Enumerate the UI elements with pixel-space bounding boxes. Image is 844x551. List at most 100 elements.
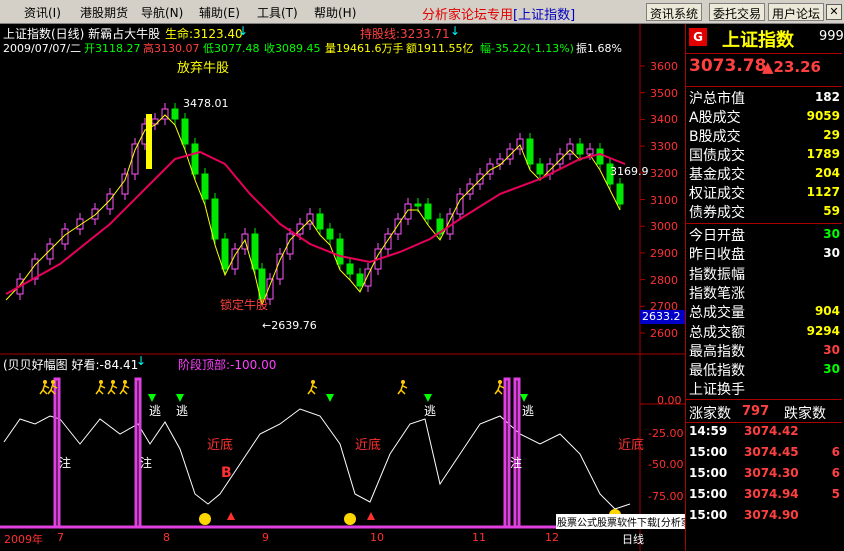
news-system-button[interactable]: 资讯系统 <box>646 3 703 21</box>
market-label: 沪总市值 <box>689 91 745 107</box>
candle-body <box>201 173 209 200</box>
menu-help[interactable]: 帮助(H) <box>314 4 356 21</box>
ma-long-line <box>5 150 626 295</box>
stat-value: 30 <box>823 342 840 357</box>
price-axis-label: 2600 <box>650 327 678 340</box>
lock-label: 锁定牛股 <box>220 298 269 312</box>
sell-arrow-icon <box>148 394 156 402</box>
sell-arrow-icon <box>520 394 528 402</box>
low-price-label: ←2639.76 <box>262 319 317 332</box>
candle-body <box>356 273 364 287</box>
tick-row: 15:00 3074.30 6 <box>686 466 842 487</box>
indicator-spike <box>53 377 61 527</box>
stat-value: 30 <box>823 362 840 377</box>
time-axis-label: 12 <box>545 531 559 544</box>
up-count-label: 涨家数 <box>689 406 731 422</box>
menu-assist[interactable]: 辅助(E) <box>199 4 240 21</box>
abandon-label: 放弃牛股 <box>177 61 230 76</box>
menu-hk-futures[interactable]: 港股期货 <box>80 4 128 21</box>
candle-body <box>526 138 534 165</box>
stat-value: 904 <box>814 304 840 319</box>
menu-tools[interactable]: 工具(T) <box>257 4 298 21</box>
trade-button[interactable]: 委托交易 <box>709 3 766 21</box>
stat-row: 指数笔涨 <box>686 283 842 302</box>
candle-body <box>414 203 422 207</box>
escape-label: 逃 <box>176 404 189 418</box>
candle-body <box>596 148 604 165</box>
note-label: 注 <box>140 456 153 470</box>
candle-body <box>326 228 334 240</box>
candle-body <box>316 213 324 230</box>
candle-body <box>251 233 259 270</box>
runner-icon <box>494 383 505 395</box>
forum-button[interactable]: 用户论坛 <box>768 3 825 21</box>
menu-info[interactable]: 资讯(I) <box>24 4 61 21</box>
price-axis-label: 2800 <box>650 273 678 287</box>
indicator-axis-label: 0.00 <box>657 394 682 407</box>
last-price-label: 3169.9 <box>610 165 649 178</box>
tick-row: 14:59 3074.42 <box>686 424 842 445</box>
stat-label: 总成交额 <box>689 324 745 341</box>
stat-value: 30 <box>823 227 840 241</box>
candle-body <box>191 143 199 175</box>
stat-value: 30 <box>823 246 840 261</box>
note-label: 注 <box>510 456 523 470</box>
runner-icon <box>123 380 127 384</box>
market-row: 债券成交 59 <box>686 202 842 221</box>
indicator-spike <box>503 377 511 527</box>
tick-price: 3074.45 <box>744 445 799 459</box>
runner-icon <box>311 380 315 384</box>
price-axis-label: 3400 <box>650 113 678 127</box>
market-value: 1789 <box>806 147 840 161</box>
price-axis-label: 3100 <box>650 193 678 207</box>
candle-body <box>121 173 129 195</box>
stat-label: 今日开盘 <box>689 228 745 244</box>
close-icon[interactable]: ✕ <box>826 4 842 20</box>
tick-time: 14:59 <box>689 424 728 438</box>
tick-time: 15:00 <box>689 445 728 459</box>
runner-icon <box>39 383 50 395</box>
indicator-spike <box>134 377 142 527</box>
tick-row: 15:00 3074.45 6 <box>686 445 842 466</box>
market-label: 权证成交 <box>689 186 745 202</box>
index-change: ▲23.26 <box>762 58 821 76</box>
tick-volume: 5 <box>831 487 840 501</box>
market-label: B股成交 <box>689 129 741 145</box>
price-axis-label: 3200 <box>650 166 678 180</box>
near-bottom-label: 近底 <box>207 438 234 453</box>
market-label: 基金成交 <box>689 167 745 183</box>
candle-body <box>91 208 99 220</box>
runner-icon <box>43 380 47 384</box>
market-row: 基金成交 204 <box>686 164 842 183</box>
time-axis-label: 日线 <box>622 533 644 546</box>
indicator-axis-label: -50.00 <box>648 458 684 471</box>
time-axis-label: 9 <box>262 531 269 544</box>
indicator-axis-label: -25.00 <box>648 427 684 440</box>
menu-navigate[interactable]: 导航(N) <box>141 4 183 21</box>
buy-label: B <box>221 465 232 481</box>
down-count-label: 跌家数 <box>784 406 826 422</box>
tick-row: 15:00 3074.94 5 <box>686 487 842 508</box>
stat-row: 总成交量 904 <box>686 302 842 321</box>
near-bottom-label: 近底 <box>618 438 645 453</box>
time-axis-label: 11 <box>472 531 486 544</box>
high-price-label: 3478.01 <box>183 97 229 110</box>
indicator-axis-label: -75.00 <box>648 490 684 503</box>
tick-volume: 6 <box>831 445 840 459</box>
market-label: A股成交 <box>689 110 741 126</box>
market-value: 9059 <box>806 109 840 123</box>
buy-arrow-icon <box>367 512 375 520</box>
runner-icon <box>119 383 130 395</box>
market-value: 182 <box>814 90 840 104</box>
near-bottom-label: 近底 <box>355 438 382 453</box>
escape-label: 逃 <box>149 404 162 418</box>
quote-panel: G 上证指数 999 3073.78 ▲23.26 沪总市值 182 A股成交 905… <box>685 24 844 551</box>
index-name: 上证指数 <box>722 30 794 51</box>
footer-ad[interactable]: 股票公式股票软件下载[分析家公式网www.88gs.com] <box>556 514 685 529</box>
arrow-down-icon: ↓ <box>136 354 147 368</box>
market-value: 29 <box>823 128 840 142</box>
market-value: 59 <box>823 204 840 218</box>
up-count-value: 797 <box>742 404 770 419</box>
market-label: 债券成交 <box>689 205 745 221</box>
sell-arrow-icon <box>424 394 432 402</box>
